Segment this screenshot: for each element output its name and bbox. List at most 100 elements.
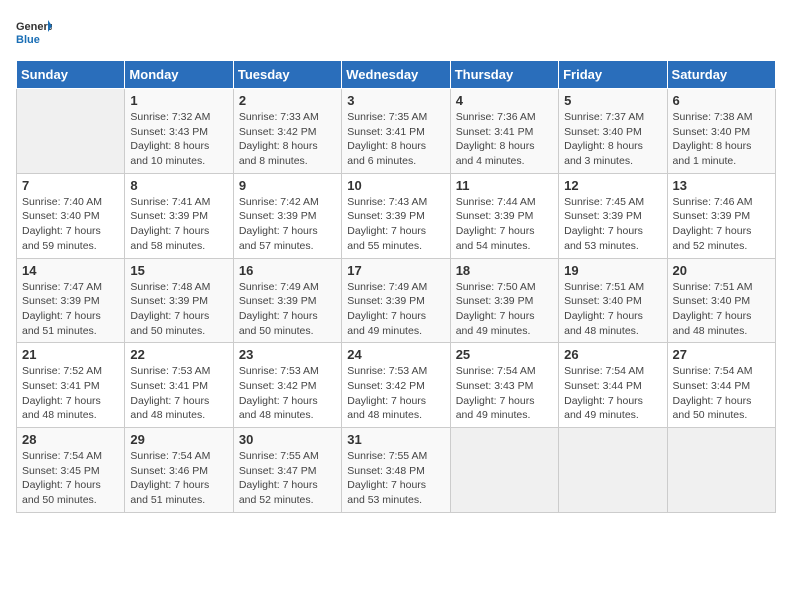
daylight: Daylight: 7 hours and 53 minutes. [347, 479, 426, 506]
calendar-cell: 10 Sunrise: 7:43 AM Sunset: 3:39 PM Dayl… [342, 173, 450, 258]
day-number: 14 [22, 263, 119, 278]
sunrise: Sunrise: 7:38 AM [673, 111, 753, 123]
logo-svg: General Blue [16, 16, 52, 52]
daylight: Daylight: 7 hours and 48 minutes. [22, 395, 101, 422]
daylight: Daylight: 7 hours and 51 minutes. [22, 310, 101, 337]
day-header-friday: Friday [559, 61, 667, 89]
sunset: Sunset: 3:40 PM [22, 210, 100, 222]
sunset: Sunset: 3:39 PM [456, 210, 534, 222]
calendar-cell [450, 428, 558, 513]
calendar-cell: 5 Sunrise: 7:37 AM Sunset: 3:40 PM Dayli… [559, 89, 667, 174]
day-header-tuesday: Tuesday [233, 61, 341, 89]
calendar-cell: 30 Sunrise: 7:55 AM Sunset: 3:47 PM Dayl… [233, 428, 341, 513]
day-number: 29 [130, 432, 227, 447]
daylight: Daylight: 7 hours and 58 minutes. [130, 225, 209, 252]
calendar-cell: 1 Sunrise: 7:32 AM Sunset: 3:43 PM Dayli… [125, 89, 233, 174]
sunrise: Sunrise: 7:52 AM [22, 365, 102, 377]
sunset: Sunset: 3:46 PM [130, 465, 208, 477]
calendar-cell: 28 Sunrise: 7:54 AM Sunset: 3:45 PM Dayl… [17, 428, 125, 513]
sunset: Sunset: 3:44 PM [564, 380, 642, 392]
sunset: Sunset: 3:40 PM [673, 126, 751, 138]
calendar-cell: 31 Sunrise: 7:55 AM Sunset: 3:48 PM Dayl… [342, 428, 450, 513]
calendar-table: SundayMondayTuesdayWednesdayThursdayFrid… [16, 60, 776, 513]
calendar-cell: 21 Sunrise: 7:52 AM Sunset: 3:41 PM Dayl… [17, 343, 125, 428]
daylight: Daylight: 7 hours and 54 minutes. [456, 225, 535, 252]
calendar-cell: 8 Sunrise: 7:41 AM Sunset: 3:39 PM Dayli… [125, 173, 233, 258]
sunrise: Sunrise: 7:55 AM [239, 450, 319, 462]
day-header-sunday: Sunday [17, 61, 125, 89]
calendar-cell: 22 Sunrise: 7:53 AM Sunset: 3:41 PM Dayl… [125, 343, 233, 428]
day-number: 5 [564, 93, 661, 108]
sunrise: Sunrise: 7:47 AM [22, 281, 102, 293]
sunrise: Sunrise: 7:54 AM [673, 365, 753, 377]
sunrise: Sunrise: 7:55 AM [347, 450, 427, 462]
daylight: Daylight: 7 hours and 48 minutes. [673, 310, 752, 337]
sunrise: Sunrise: 7:48 AM [130, 281, 210, 293]
day-number: 26 [564, 347, 661, 362]
sunset: Sunset: 3:42 PM [347, 380, 425, 392]
day-number: 1 [130, 93, 227, 108]
sunrise: Sunrise: 7:45 AM [564, 196, 644, 208]
sunset: Sunset: 3:40 PM [564, 126, 642, 138]
daylight: Daylight: 7 hours and 52 minutes. [673, 225, 752, 252]
sunrise: Sunrise: 7:53 AM [130, 365, 210, 377]
sunrise: Sunrise: 7:35 AM [347, 111, 427, 123]
sunrise: Sunrise: 7:44 AM [456, 196, 536, 208]
sunset: Sunset: 3:39 PM [22, 295, 100, 307]
sunset: Sunset: 3:39 PM [564, 210, 642, 222]
daylight: Daylight: 7 hours and 49 minutes. [564, 395, 643, 422]
calendar-cell: 17 Sunrise: 7:49 AM Sunset: 3:39 PM Dayl… [342, 258, 450, 343]
day-header-saturday: Saturday [667, 61, 775, 89]
sunset: Sunset: 3:39 PM [239, 210, 317, 222]
calendar-cell: 16 Sunrise: 7:49 AM Sunset: 3:39 PM Dayl… [233, 258, 341, 343]
sunrise: Sunrise: 7:40 AM [22, 196, 102, 208]
calendar-cell: 27 Sunrise: 7:54 AM Sunset: 3:44 PM Dayl… [667, 343, 775, 428]
day-number: 25 [456, 347, 553, 362]
day-number: 12 [564, 178, 661, 193]
calendar-cell: 2 Sunrise: 7:33 AM Sunset: 3:42 PM Dayli… [233, 89, 341, 174]
sunrise: Sunrise: 7:54 AM [456, 365, 536, 377]
calendar-cell: 29 Sunrise: 7:54 AM Sunset: 3:46 PM Dayl… [125, 428, 233, 513]
sunrise: Sunrise: 7:43 AM [347, 196, 427, 208]
day-number: 18 [456, 263, 553, 278]
day-number: 2 [239, 93, 336, 108]
sunrise: Sunrise: 7:51 AM [564, 281, 644, 293]
calendar-cell: 4 Sunrise: 7:36 AM Sunset: 3:41 PM Dayli… [450, 89, 558, 174]
sunrise: Sunrise: 7:49 AM [239, 281, 319, 293]
day-number: 6 [673, 93, 770, 108]
sunset: Sunset: 3:41 PM [130, 380, 208, 392]
daylight: Daylight: 7 hours and 48 minutes. [347, 395, 426, 422]
sunrise: Sunrise: 7:53 AM [239, 365, 319, 377]
calendar-cell: 26 Sunrise: 7:54 AM Sunset: 3:44 PM Dayl… [559, 343, 667, 428]
calendar-cell: 14 Sunrise: 7:47 AM Sunset: 3:39 PM Dayl… [17, 258, 125, 343]
day-number: 17 [347, 263, 444, 278]
daylight: Daylight: 7 hours and 57 minutes. [239, 225, 318, 252]
sunrise: Sunrise: 7:36 AM [456, 111, 536, 123]
sunset: Sunset: 3:41 PM [22, 380, 100, 392]
sunset: Sunset: 3:40 PM [564, 295, 642, 307]
sunrise: Sunrise: 7:54 AM [564, 365, 644, 377]
sunrise: Sunrise: 7:33 AM [239, 111, 319, 123]
sunrise: Sunrise: 7:54 AM [130, 450, 210, 462]
day-number: 22 [130, 347, 227, 362]
daylight: Daylight: 7 hours and 48 minutes. [564, 310, 643, 337]
sunset: Sunset: 3:43 PM [130, 126, 208, 138]
calendar-cell: 12 Sunrise: 7:45 AM Sunset: 3:39 PM Dayl… [559, 173, 667, 258]
daylight: Daylight: 8 hours and 3 minutes. [564, 140, 643, 167]
calendar-cell: 7 Sunrise: 7:40 AM Sunset: 3:40 PM Dayli… [17, 173, 125, 258]
sunset: Sunset: 3:39 PM [673, 210, 751, 222]
sunset: Sunset: 3:44 PM [673, 380, 751, 392]
daylight: Daylight: 8 hours and 8 minutes. [239, 140, 318, 167]
day-number: 11 [456, 178, 553, 193]
day-number: 16 [239, 263, 336, 278]
sunset: Sunset: 3:39 PM [456, 295, 534, 307]
daylight: Daylight: 7 hours and 50 minutes. [239, 310, 318, 337]
day-number: 31 [347, 432, 444, 447]
sunset: Sunset: 3:39 PM [347, 210, 425, 222]
day-number: 7 [22, 178, 119, 193]
daylight: Daylight: 7 hours and 52 minutes. [239, 479, 318, 506]
sunrise: Sunrise: 7:54 AM [22, 450, 102, 462]
day-number: 9 [239, 178, 336, 193]
sunset: Sunset: 3:42 PM [239, 380, 317, 392]
sunrise: Sunrise: 7:51 AM [673, 281, 753, 293]
